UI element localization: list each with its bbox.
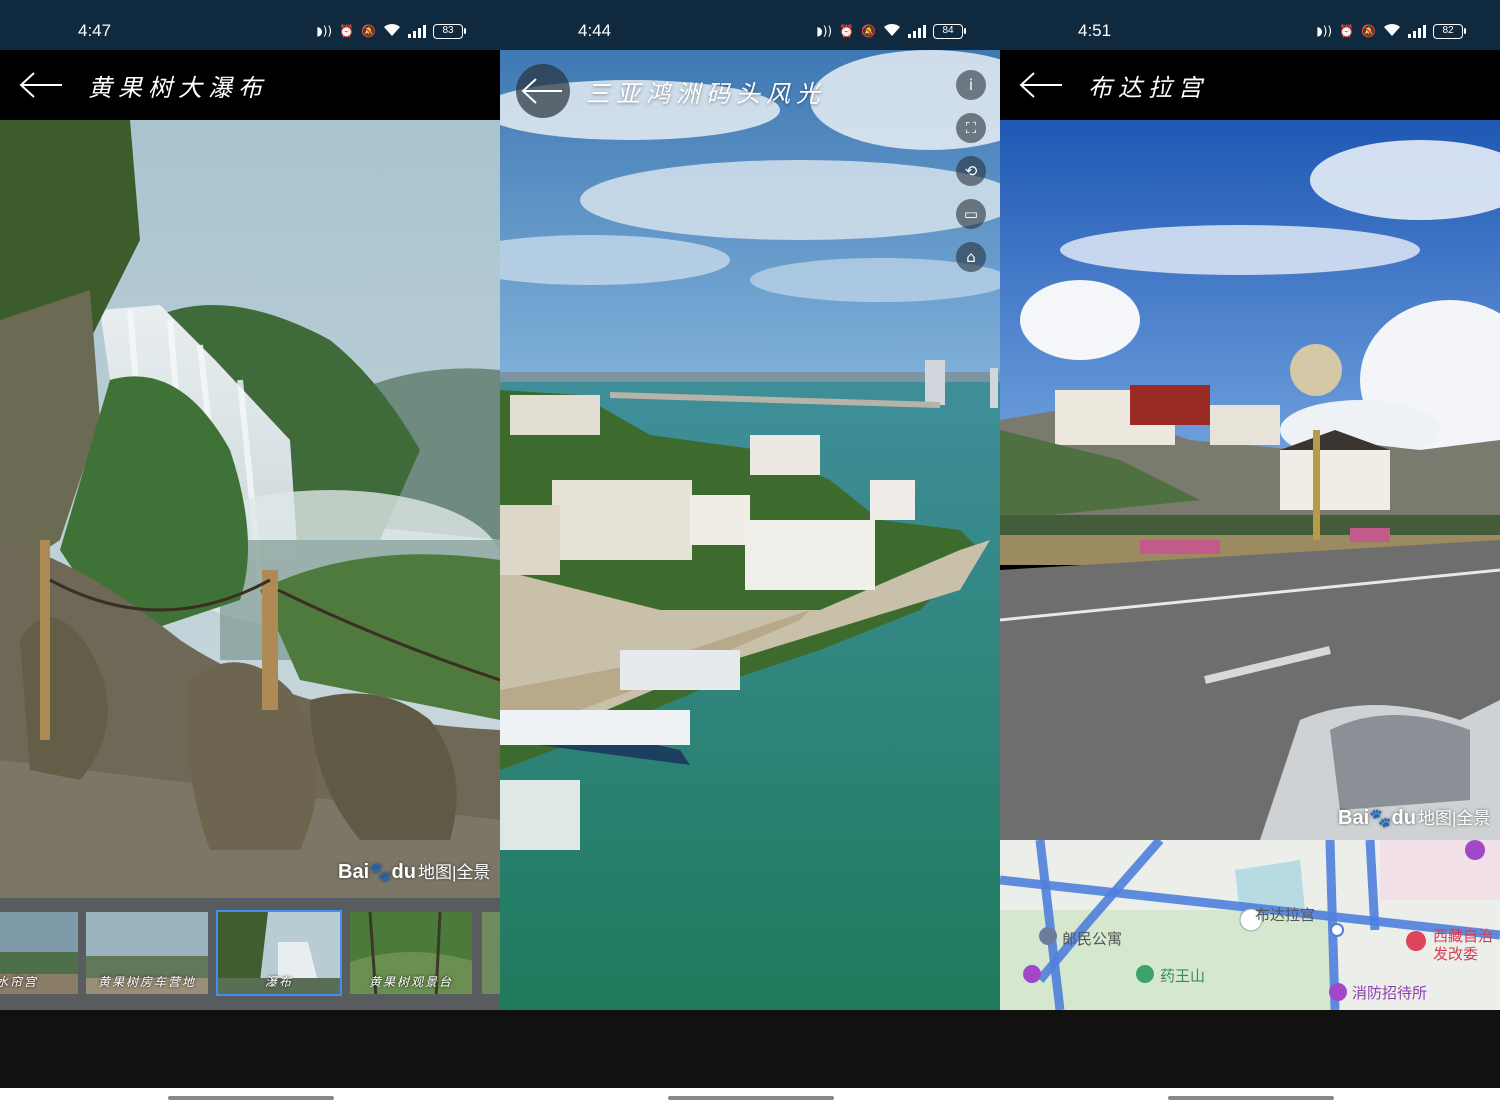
home-indicator[interactable]: [668, 1096, 834, 1100]
panorama-view[interactable]: [500, 50, 1000, 1010]
back-button[interactable]: [516, 64, 570, 118]
baidu-watermark: Bai🐾du 地图|全景: [1338, 807, 1491, 829]
fullscreen-icon[interactable]: ⛶: [956, 113, 986, 143]
status-bar: 4:47 ◗)) ⏰ 🔕 83: [0, 0, 500, 50]
thumbnail-strip: 水帘宫 黄果树房车营地 瀑布 黄果树观景台: [0, 898, 500, 1010]
signal-icon: [408, 24, 426, 38]
thumbnail-item[interactable]: [480, 910, 500, 996]
screen-potala: 4:51 ◗)) ⏰ 🔕 82 布达拉宫 Bai🐾du 地图|全景 郎民公寓 布…: [1000, 0, 1500, 1110]
wifi-icon: [1383, 23, 1401, 39]
baidu-watermark: Bai🐾du 地图|全景: [338, 861, 491, 883]
vr-glasses-icon[interactable]: ▭: [956, 199, 986, 229]
map-label-apartment[interactable]: 郎民公寓: [1062, 928, 1122, 949]
page-title: 布达拉宫: [1088, 74, 1208, 102]
back-arrow-icon[interactable]: [18, 68, 68, 102]
map-label-fire-station[interactable]: 消防招待所: [1352, 982, 1427, 1003]
mute-icon: 🔕: [361, 24, 376, 38]
thumbnail-item[interactable]: 黄果树观景台: [348, 910, 474, 996]
nfc-icon: ◗)): [316, 24, 333, 38]
map-label-mountain[interactable]: 药王山: [1160, 965, 1205, 986]
status-time: 4:47: [78, 21, 112, 40]
status-bar: 4:51 ◗)) ⏰ 🔕 82: [1000, 0, 1500, 50]
battery-icon: 83: [433, 23, 466, 39]
alarm-icon: ⏰: [339, 24, 355, 38]
status-time: 4:44: [578, 21, 612, 40]
wifi-icon: [883, 23, 901, 39]
screen-sanya: 4:44 ◗)) ⏰ 🔕 84 三亚鸿洲码头风光 i ⛶ ⟲ ▭ ⌂: [500, 0, 1000, 1110]
title-bar: 布达拉宫: [1000, 50, 1500, 120]
baidu-paw-icon: 🐾: [1369, 808, 1392, 828]
status-time: 4:51: [1078, 21, 1112, 40]
home-indicator[interactable]: [168, 1096, 334, 1100]
baidu-paw-icon: 🐾: [369, 862, 392, 882]
panorama-view[interactable]: Bai🐾du 地图|全景: [0, 120, 500, 898]
title-bar: 黄果树大瀑布: [0, 50, 500, 120]
thumbnail-item[interactable]: 水帘宫: [0, 910, 80, 996]
page-title: 三亚鸿洲码头风光: [586, 80, 826, 108]
map-label-palace[interactable]: 布达拉宫: [1255, 904, 1315, 925]
status-bar: 4:44 ◗)) ⏰ 🔕 84: [500, 0, 1000, 50]
alarm-icon: ⏰: [1339, 24, 1355, 38]
share-icon[interactable]: ⌂: [956, 242, 986, 272]
battery-icon: 82: [1433, 23, 1466, 39]
nfc-icon: ◗)): [1316, 24, 1333, 38]
alarm-icon: ⏰: [839, 24, 855, 38]
signal-icon: [908, 24, 926, 38]
map-label-commission-line2[interactable]: 发改委: [1433, 943, 1478, 964]
home-indicator[interactable]: [1168, 1096, 1334, 1100]
mute-icon: 🔕: [1361, 24, 1376, 38]
mini-map[interactable]: 郎民公寓 布达拉宫 药王山 西藏自治 发改委 消防招待所: [1000, 840, 1500, 1010]
screen-huangguoshu: 4:47 ◗)) ⏰ 🔕 83 黄果树大瀑布 Bai🐾du 地图|全景 水帘宫 …: [0, 0, 500, 1110]
nfc-icon: ◗)): [816, 24, 833, 38]
gyro-rotate-icon[interactable]: ⟲: [956, 156, 986, 186]
back-arrow-icon[interactable]: [1018, 68, 1068, 102]
mute-icon: 🔕: [861, 24, 876, 38]
page-title: 黄果树大瀑布: [88, 74, 268, 102]
panorama-view[interactable]: Bai🐾du 地图|全景: [1000, 120, 1500, 840]
thumbnail-item[interactable]: 瀑布: [216, 910, 342, 996]
info-icon[interactable]: i: [956, 70, 986, 100]
signal-icon: [1408, 24, 1426, 38]
battery-icon: 84: [933, 23, 966, 39]
thumbnail-item[interactable]: 黄果树房车营地: [84, 910, 210, 996]
wifi-icon: [383, 23, 401, 39]
